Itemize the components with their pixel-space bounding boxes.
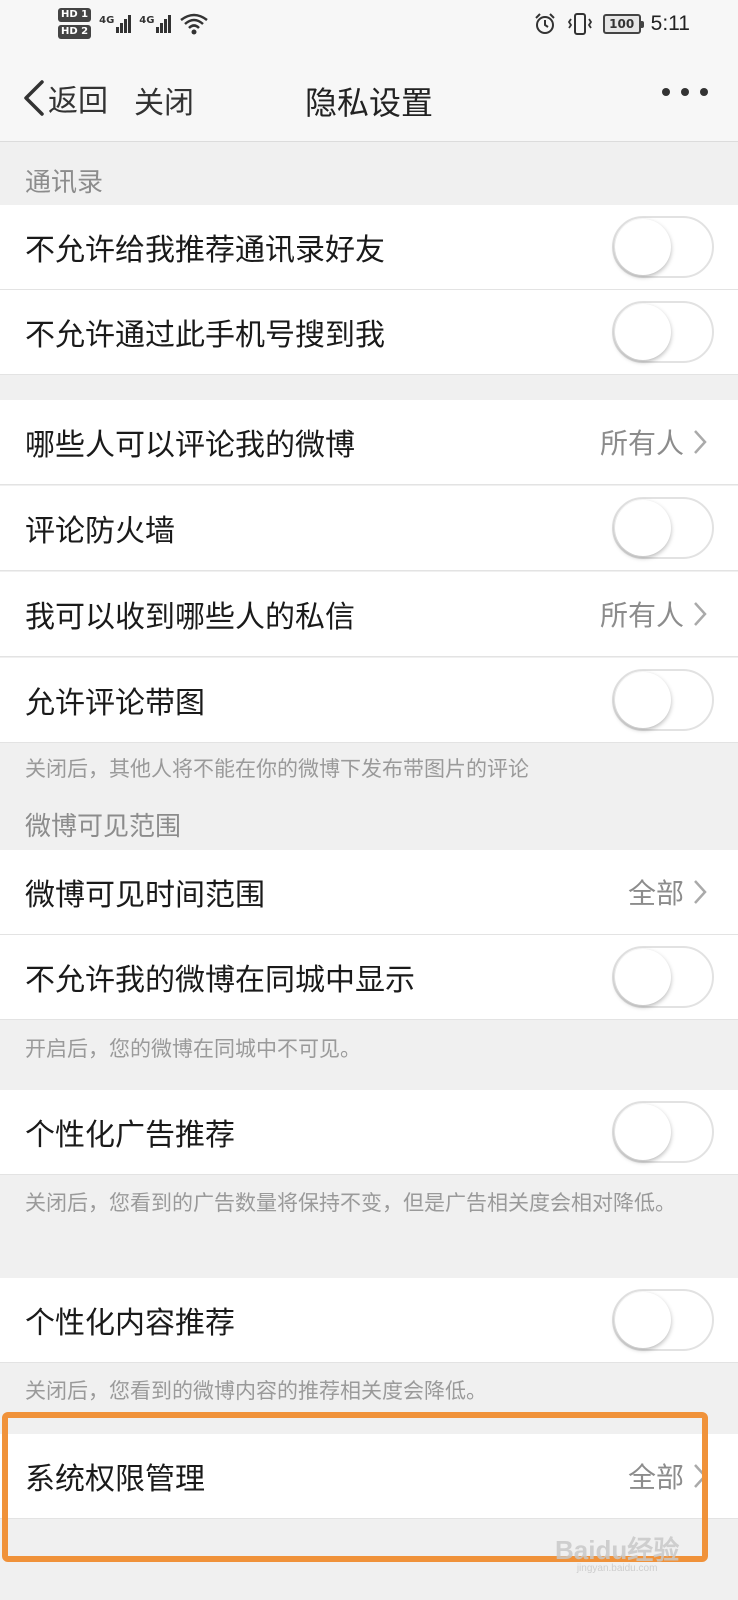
row-label: 我可以收到哪些人的私信 [25, 600, 355, 635]
section-header-visibility: 微博可见范围 [25, 812, 182, 842]
hd1-badge: HD 1 [58, 8, 92, 22]
row-label: 不允许通过此手机号搜到我 [25, 318, 385, 353]
row-allow-image-comments[interactable]: 允许评论带图 [0, 658, 738, 743]
row-no-recommend-contacts[interactable]: 不允许给我推荐通讯录好友 [0, 205, 738, 290]
watermark-logo: Baidu经验 jingyan.baidu.com [555, 1530, 679, 1574]
chevron-right-icon [694, 430, 707, 454]
note-local: 开启后，您的微博在同城中不可见。 [25, 1037, 361, 1061]
toggle-allow-image-comments[interactable] [612, 669, 714, 731]
hd2-badge: HD 2 [58, 25, 92, 39]
toggle-hide-in-local[interactable] [612, 946, 714, 1008]
more-menu-icon[interactable] [662, 88, 708, 96]
section-header-contacts: 通讯录 [25, 168, 104, 198]
row-who-can-comment[interactable]: 哪些人可以评论我的微博 所有人 [0, 400, 738, 485]
toggle-no-recommend-contacts[interactable] [612, 216, 714, 278]
row-system-permissions[interactable]: 系统权限管理 全部 [0, 1434, 738, 1519]
wifi-icon [180, 13, 209, 34]
network-type-1: 4G [99, 14, 115, 26]
row-no-search-by-phone[interactable]: 不允许通过此手机号搜到我 [0, 290, 738, 375]
toggle-knob [615, 672, 671, 728]
toggle-comment-firewall[interactable] [612, 497, 714, 559]
note-content: 关闭后，您看到的微博内容的推荐相关度会降低。 [25, 1379, 487, 1403]
toggle-knob [615, 1104, 671, 1160]
row-label: 不允许给我推荐通讯录好友 [25, 233, 385, 268]
toggle-personalized-content[interactable] [612, 1289, 714, 1351]
row-personalized-content[interactable]: 个性化内容推荐 [0, 1278, 738, 1363]
chevron-right-icon [694, 602, 707, 626]
row-visible-time-range[interactable]: 微博可见时间范围 全部 [0, 850, 738, 935]
row-label: 不允许我的微博在同城中显示 [25, 963, 415, 998]
row-label: 评论防火墙 [25, 514, 175, 549]
row-value: 所有人 [599, 599, 684, 632]
row-value: 全部 [627, 877, 684, 910]
status-left: HD 1 HD 2 4G 4G [58, 8, 209, 39]
toggle-knob [615, 219, 671, 275]
vibrate-icon [567, 13, 592, 35]
toggle-knob [615, 949, 671, 1005]
alarm-icon [534, 13, 555, 34]
network-type-2: 4G [139, 14, 155, 26]
row-comment-firewall[interactable]: 评论防火墙 [0, 486, 738, 571]
chevron-right-icon [694, 880, 707, 904]
note-image-comments: 关闭后，其他人将不能在你的微博下发布带图片的评论 [25, 757, 529, 781]
signal-icon-2: 4G [139, 14, 172, 33]
status-bar: HD 1 HD 2 4G 4G 100 5:11 [0, 0, 738, 54]
row-label: 哪些人可以评论我的微博 [25, 428, 355, 463]
row-label: 个性化广告推荐 [25, 1118, 235, 1153]
battery-icon: 100 [602, 14, 644, 34]
row-personalized-ads[interactable]: 个性化广告推荐 [0, 1090, 738, 1175]
row-hide-in-local[interactable]: 不允许我的微博在同城中显示 [0, 935, 738, 1020]
row-value: 全部 [627, 1461, 684, 1494]
page-title: 隐私设置 [304, 84, 433, 122]
row-label: 系统权限管理 [25, 1462, 205, 1497]
nav-bar: 返回 关闭 隐私设置 [0, 54, 738, 142]
toggle-knob [615, 304, 671, 360]
toggle-knob [615, 500, 671, 556]
clock: 5:11 [650, 12, 690, 35]
row-value: 所有人 [599, 427, 684, 460]
row-who-can-message[interactable]: 我可以收到哪些人的私信 所有人 [0, 572, 738, 657]
row-label: 个性化内容推荐 [25, 1306, 235, 1341]
row-label: 微博可见时间范围 [25, 878, 265, 913]
watermark-brand: Baidu经验 [555, 1535, 680, 1565]
signal-icon: 4G [99, 14, 132, 33]
toggle-personalized-ads[interactable] [612, 1101, 714, 1163]
hd-indicators: HD 1 HD 2 [58, 8, 92, 39]
note-ads: 关闭后，您看到的广告数量将保持不变，但是广告相关度会相对降低。 [25, 1191, 676, 1215]
toggle-no-search-by-phone[interactable] [612, 301, 714, 363]
toggle-knob [615, 1292, 671, 1348]
row-label: 允许评论带图 [25, 686, 205, 721]
status-right: 100 5:11 [533, 12, 690, 36]
chevron-right-icon [694, 1464, 707, 1488]
